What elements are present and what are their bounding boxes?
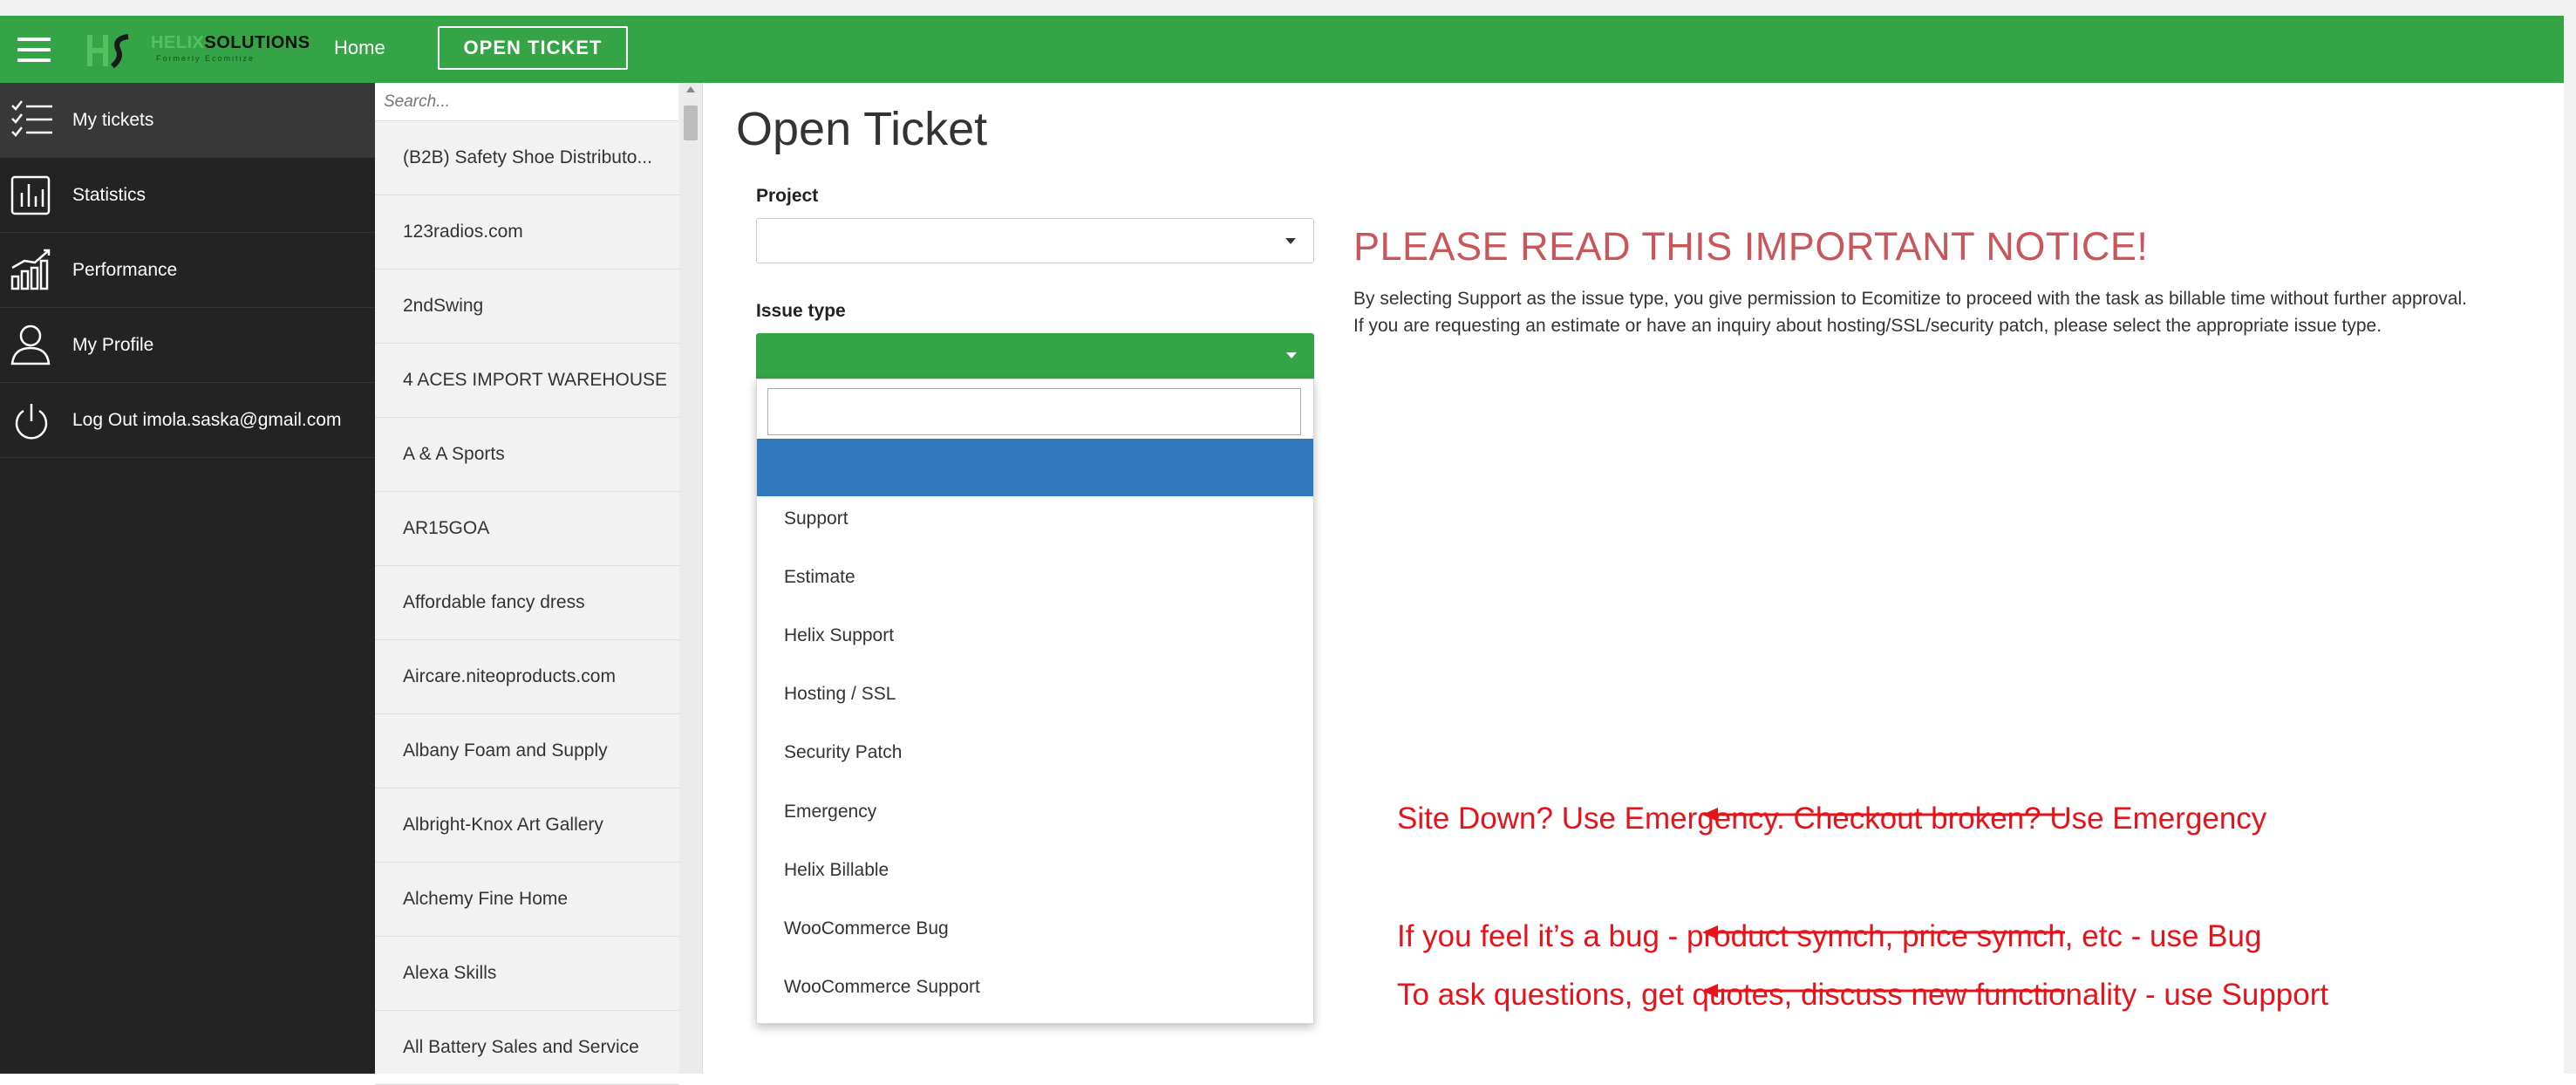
scrollbar-thumb[interactable] bbox=[684, 106, 698, 140]
annotation-emergency: Site Down? Use Emergency. Checkout broke… bbox=[1397, 802, 2267, 836]
top-header: HELIXSOLUTIONS Formerly Ecomitize Home O… bbox=[0, 16, 2564, 83]
project-list-item[interactable]: 2ndSwing bbox=[375, 270, 679, 344]
annotation-bug: If you feel it’s a bug - product symch, … bbox=[1397, 919, 2262, 953]
chevron-down-icon bbox=[1286, 352, 1297, 358]
project-list-item[interactable]: (B2B) Safety Shoe Distributo... bbox=[375, 121, 679, 195]
window-top-strip bbox=[0, 0, 2576, 16]
notice-line-2: If you are requesting an estimate or hav… bbox=[1353, 316, 2382, 336]
issue-type-dropdown: Support Estimate Helix Support Hosting /… bbox=[756, 379, 1314, 1024]
project-list: (B2B) Safety Shoe Distributo... 123radio… bbox=[375, 121, 679, 1085]
issue-option-helix-billable[interactable]: Helix Billable bbox=[784, 860, 889, 881]
project-list-scrollbar[interactable] bbox=[679, 83, 702, 1074]
logo-wordmark: HELIXSOLUTIONS bbox=[151, 33, 310, 53]
project-field-label: Project bbox=[756, 186, 819, 206]
project-list-item[interactable]: Aircare.niteoproducts.com bbox=[375, 640, 679, 714]
project-list-item[interactable]: Affordable fancy dress bbox=[375, 566, 679, 640]
window-right-strip bbox=[2564, 16, 2576, 1074]
issue-type-search-input[interactable] bbox=[767, 388, 1301, 435]
logo-tagline: Formerly Ecomitize bbox=[156, 54, 256, 63]
logo-brand: HELIX bbox=[151, 33, 205, 52]
project-select[interactable] bbox=[756, 218, 1314, 263]
notice-text: By selecting Support as the issue type, … bbox=[1353, 285, 2467, 339]
issue-type-select[interactable] bbox=[756, 333, 1314, 379]
project-list-item[interactable]: 123radios.com bbox=[375, 195, 679, 270]
project-list-item[interactable]: Albany Foam and Supply bbox=[375, 714, 679, 788]
sidebar-item-log-out[interactable]: Log Out imola.saska@gmail.com bbox=[0, 383, 375, 458]
sidebar-item-my-profile[interactable]: My Profile bbox=[0, 308, 375, 383]
sidebar-item-performance[interactable]: Performance bbox=[0, 233, 375, 308]
sidebar-item-label: Log Out imola.saska@gmail.com bbox=[72, 410, 342, 430]
sidebar-item-label: Statistics bbox=[72, 185, 147, 205]
checklist-icon bbox=[11, 100, 52, 137]
issue-option-security-patch[interactable]: Security Patch bbox=[784, 742, 902, 763]
highlighted-empty-option[interactable] bbox=[757, 439, 1313, 496]
power-icon bbox=[15, 404, 48, 440]
sidebar-item-label: My Profile bbox=[72, 335, 154, 355]
sidebar-item-label: My tickets bbox=[72, 110, 154, 130]
issue-option-woocommerce-bug[interactable]: WooCommerce Bug bbox=[784, 918, 949, 939]
nav-home-link[interactable]: Home bbox=[334, 37, 385, 59]
issue-option-support[interactable]: Support bbox=[784, 508, 848, 529]
notice-line-1: By selecting Support as the issue type, … bbox=[1353, 289, 2467, 309]
issue-option-emergency[interactable]: Emergency bbox=[784, 802, 876, 822]
annotation-support: To ask questions, get quotes, discuss ne… bbox=[1397, 978, 2329, 1012]
project-list-item[interactable]: A & A Sports bbox=[375, 418, 679, 492]
project-list-item[interactable]: 4 ACES IMPORT WAREHOUSE bbox=[375, 344, 679, 418]
issue-option-woocommerce-support[interactable]: WooCommerce Support bbox=[784, 977, 980, 998]
sidebar-item-label: Performance bbox=[72, 260, 178, 280]
hamburger-menu-icon[interactable] bbox=[17, 38, 51, 62]
project-list-item[interactable]: All Battery Sales and Service bbox=[375, 1011, 679, 1085]
performance-chart-icon bbox=[10, 249, 51, 290]
sidebar: My tickets Statistics Performance My Pro… bbox=[0, 83, 375, 1074]
issue-option-estimate[interactable]: Estimate bbox=[784, 567, 855, 588]
app-frame: HELIXSOLUTIONS Formerly Ecomitize Home O… bbox=[0, 16, 2564, 1085]
open-ticket-button[interactable]: OPEN TICKET bbox=[438, 26, 628, 70]
scroll-up-icon[interactable] bbox=[686, 86, 695, 92]
notice-title: PLEASE READ THIS IMPORTANT NOTICE! bbox=[1353, 224, 2149, 269]
main-content: Open Ticket Project Issue type Support E… bbox=[703, 83, 2564, 1074]
project-list-item[interactable]: Alexa Skills bbox=[375, 937, 679, 1011]
logo-brand-rest: SOLUTIONS bbox=[204, 33, 310, 52]
user-icon bbox=[10, 324, 51, 365]
sidebar-item-statistics[interactable]: Statistics bbox=[0, 158, 375, 233]
project-list-panel: (B2B) Safety Shoe Distributo... 123radio… bbox=[375, 83, 703, 1085]
project-list-item[interactable]: AR15GOA bbox=[375, 492, 679, 566]
project-search-input[interactable] bbox=[375, 83, 678, 121]
helix-logo-mark-icon bbox=[87, 34, 129, 69]
bar-chart-icon bbox=[10, 175, 51, 215]
chevron-down-icon bbox=[1285, 238, 1296, 244]
project-list-item[interactable]: Alchemy Fine Home bbox=[375, 863, 679, 937]
project-list-item[interactable]: Albright-Knox Art Gallery bbox=[375, 788, 679, 863]
page-title: Open Ticket bbox=[736, 103, 988, 155]
sidebar-item-my-tickets[interactable]: My tickets bbox=[0, 83, 375, 158]
helix-logo[interactable]: HELIXSOLUTIONS Formerly Ecomitize bbox=[83, 28, 310, 73]
issue-type-field-label: Issue type bbox=[756, 301, 846, 321]
issue-option-hosting-ssl[interactable]: Hosting / SSL bbox=[784, 684, 896, 705]
issue-option-helix-support[interactable]: Helix Support bbox=[784, 625, 894, 646]
